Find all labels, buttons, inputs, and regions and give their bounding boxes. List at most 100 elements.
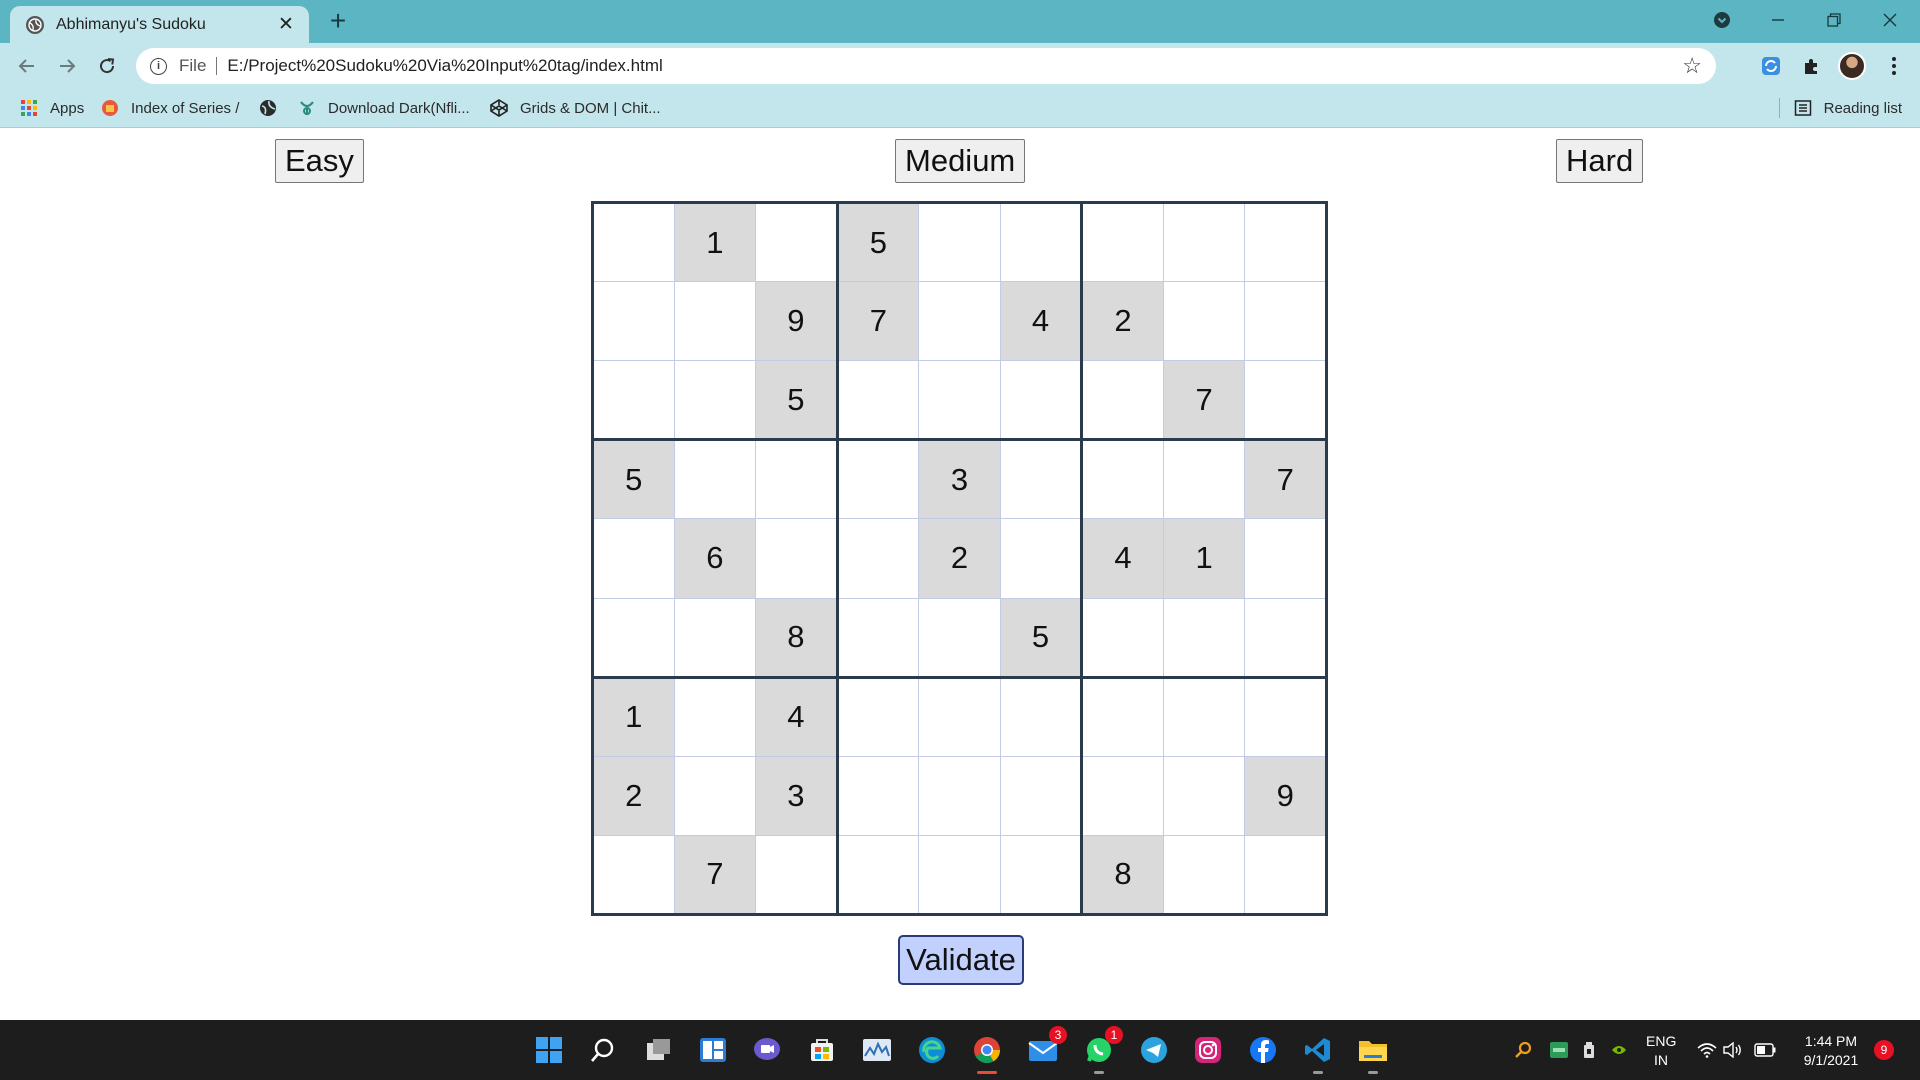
sudoku-cell[interactable] xyxy=(1080,597,1164,678)
teams-chat-icon[interactable] xyxy=(751,1034,783,1066)
sudoku-cell[interactable] xyxy=(999,834,1083,916)
bookmark-globe[interactable] xyxy=(259,96,289,120)
bookmark-index-of-series[interactable]: Index of Series / xyxy=(101,96,239,120)
sudoku-cell[interactable] xyxy=(918,675,1001,757)
sudoku-cell[interactable] xyxy=(835,755,920,836)
bookmark-star-icon[interactable]: ☆ xyxy=(1682,53,1702,79)
sudoku-cell[interactable] xyxy=(1080,201,1164,283)
battery-icon[interactable] xyxy=(1754,1034,1776,1066)
volume-icon[interactable] xyxy=(1722,1034,1744,1066)
sudoku-cell[interactable] xyxy=(755,834,838,916)
sudoku-cell[interactable] xyxy=(755,438,838,520)
telegram-icon[interactable] xyxy=(1138,1034,1170,1066)
hard-button[interactable]: Hard xyxy=(1556,139,1644,183)
wifi-icon[interactable] xyxy=(1696,1034,1718,1066)
search-icon[interactable] xyxy=(587,1034,619,1066)
sudoku-cell[interactable] xyxy=(835,597,920,678)
sudoku-cell[interactable] xyxy=(673,281,757,362)
easy-button[interactable]: Easy xyxy=(275,139,364,183)
sudoku-cell[interactable] xyxy=(592,834,675,916)
sudoku-cell[interactable] xyxy=(592,597,675,678)
sudoku-cell[interactable] xyxy=(1080,755,1164,836)
sudoku-cell[interactable] xyxy=(918,281,1001,362)
sudoku-cell[interactable] xyxy=(1080,360,1164,441)
sudoku-cell[interactable] xyxy=(999,201,1083,283)
bookmark-download-dark[interactable]: Download Dark(Nfli... xyxy=(298,96,470,120)
mail-icon[interactable]: 3 xyxy=(1027,1026,1067,1066)
sudoku-cell[interactable] xyxy=(918,201,1001,283)
store-icon[interactable] xyxy=(806,1034,838,1066)
address-bar[interactable]: i File E:/Project%20Sudoku%20Via%20Input… xyxy=(136,48,1716,84)
sudoku-cell[interactable] xyxy=(1080,675,1164,757)
new-tab-button[interactable]: + xyxy=(324,6,352,36)
minimize-icon[interactable] xyxy=(1750,0,1806,40)
medium-button[interactable]: Medium xyxy=(895,139,1026,183)
sudoku-cell[interactable] xyxy=(999,518,1083,599)
close-window-icon[interactable] xyxy=(1862,0,1918,40)
sudoku-cell[interactable] xyxy=(1244,281,1327,362)
sudoku-cell[interactable] xyxy=(1244,675,1327,757)
instagram-icon[interactable] xyxy=(1192,1034,1224,1066)
bookmark-apps[interactable]: Apps xyxy=(20,96,84,120)
sudoku-cell[interactable] xyxy=(999,675,1083,757)
sudoku-cell[interactable] xyxy=(1244,201,1327,283)
bookmark-grids-dom[interactable]: Grids & DOM | Chit... xyxy=(490,96,661,120)
notification-badge[interactable]: 9 xyxy=(1874,1040,1894,1060)
facebook-icon[interactable] xyxy=(1247,1034,1279,1066)
sudoku-cell[interactable] xyxy=(1244,597,1327,678)
sudoku-cell[interactable] xyxy=(1162,438,1246,520)
reload-icon[interactable] xyxy=(92,51,122,81)
edge-icon[interactable] xyxy=(916,1034,948,1066)
extensions-puzzle-icon[interactable] xyxy=(1798,52,1826,80)
magnifier-tray-icon[interactable] xyxy=(1512,1034,1534,1066)
sudoku-cell[interactable] xyxy=(673,597,757,678)
sudoku-cell[interactable] xyxy=(1162,755,1246,836)
tab-search-icon[interactable] xyxy=(1694,0,1750,40)
sudoku-cell[interactable] xyxy=(835,834,920,916)
sudoku-cell[interactable] xyxy=(918,597,1001,678)
validate-button[interactable]: Validate xyxy=(898,935,1024,985)
wox-tray-icon[interactable] xyxy=(1548,1034,1570,1066)
widgets-icon[interactable] xyxy=(697,1034,729,1066)
sudoku-cell[interactable] xyxy=(1162,201,1246,283)
sudoku-cell[interactable] xyxy=(1162,675,1246,757)
sudoku-cell[interactable] xyxy=(918,360,1001,441)
start-icon[interactable] xyxy=(533,1034,565,1066)
profile-avatar[interactable] xyxy=(1838,52,1866,80)
sudoku-cell[interactable] xyxy=(1162,834,1246,916)
browser-tab[interactable]: Abhimanyu's Sudoku ✕ xyxy=(10,6,309,43)
clock[interactable]: 1:44 PM 9/1/2021 xyxy=(1796,1032,1866,1070)
task-view-icon[interactable] xyxy=(643,1034,675,1066)
sudoku-cell[interactable] xyxy=(999,360,1083,441)
language-indicator[interactable]: ENG IN xyxy=(1646,1032,1676,1070)
sudoku-cell[interactable] xyxy=(1244,518,1327,599)
nvidia-tray-icon[interactable] xyxy=(1608,1034,1630,1066)
sudoku-cell[interactable] xyxy=(673,438,757,520)
reading-list-button[interactable]: Reading list xyxy=(1794,96,1902,120)
sudoku-cell[interactable] xyxy=(1244,834,1327,916)
sudoku-cell[interactable] xyxy=(592,360,675,441)
sudoku-cell[interactable] xyxy=(835,438,920,520)
sudoku-cell[interactable] xyxy=(999,755,1083,836)
sudoku-cell[interactable] xyxy=(835,518,920,599)
address-url[interactable]: E:/Project%20Sudoku%20Via%20Input%20tag/… xyxy=(227,56,662,76)
info-icon[interactable]: i xyxy=(150,57,167,75)
sudoku-cell[interactable] xyxy=(835,360,920,441)
vscode-icon[interactable] xyxy=(1302,1034,1334,1074)
sudoku-cell[interactable] xyxy=(592,518,675,599)
menu-kebab-icon[interactable] xyxy=(1880,52,1908,80)
sudoku-cell[interactable] xyxy=(673,360,757,441)
tab-close-icon[interactable]: ✕ xyxy=(275,13,297,36)
back-icon[interactable] xyxy=(12,51,42,81)
sudoku-cell[interactable] xyxy=(592,201,675,283)
sudoku-cell[interactable] xyxy=(1162,281,1246,362)
sudoku-cell[interactable] xyxy=(1080,438,1164,520)
sudoku-cell[interactable] xyxy=(755,201,838,283)
restore-icon[interactable] xyxy=(1806,0,1862,40)
sudoku-cell[interactable] xyxy=(1162,597,1246,678)
translate-extension-icon[interactable] xyxy=(1757,52,1785,80)
sudoku-cell[interactable] xyxy=(835,675,920,757)
sudoku-cell[interactable] xyxy=(1244,360,1327,441)
sudoku-cell[interactable] xyxy=(999,438,1083,520)
file-explorer-icon[interactable] xyxy=(1357,1034,1389,1074)
